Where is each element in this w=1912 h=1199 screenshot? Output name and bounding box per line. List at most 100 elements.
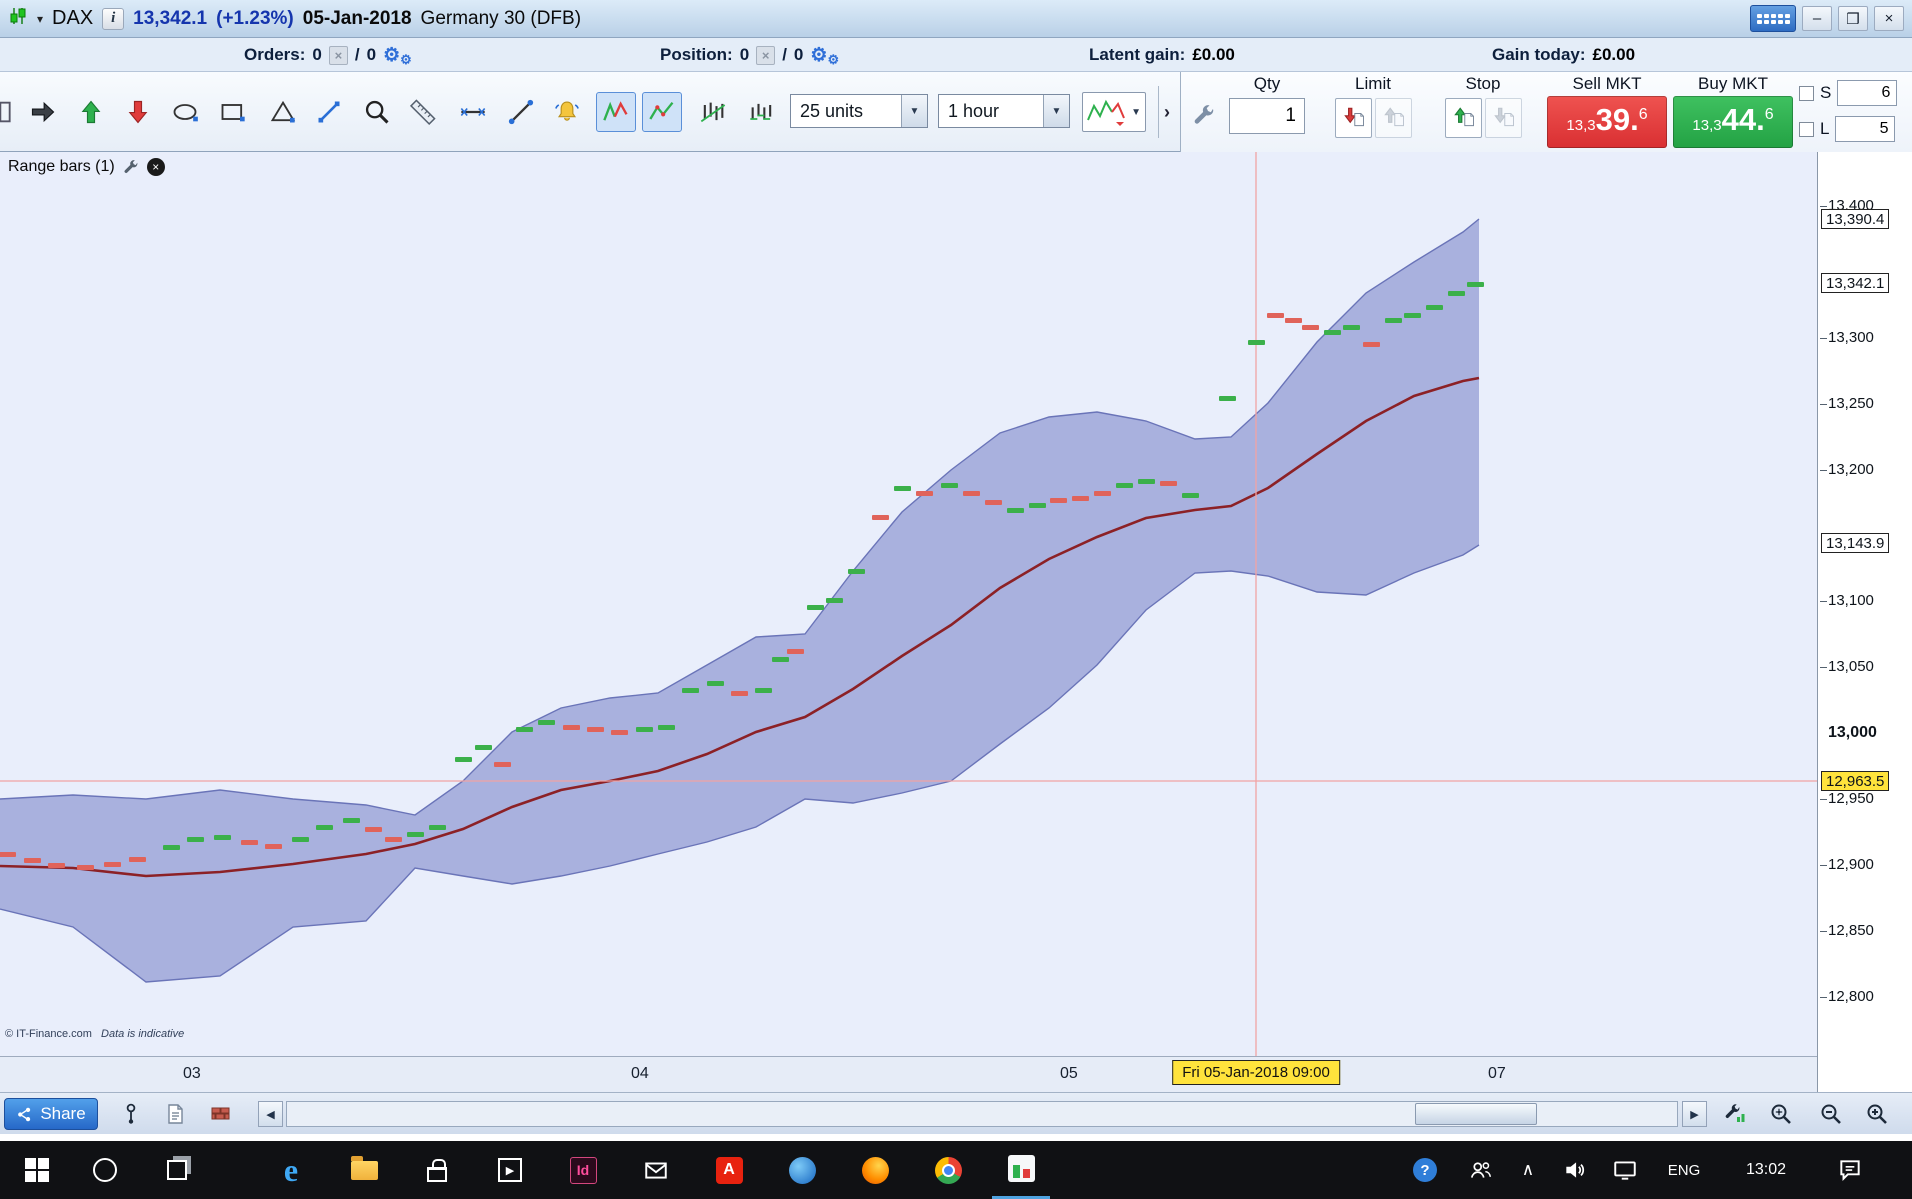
alert-bell-icon[interactable]: [547, 92, 587, 132]
chart-type-line-icon[interactable]: [642, 92, 682, 132]
position-settings-gear-icon[interactable]: ⚙: [810, 46, 827, 65]
chart-settings-icon[interactable]: [1720, 1099, 1750, 1129]
report-page-icon[interactable]: [160, 1099, 190, 1129]
chart-toolbar: 25 units ▼ 1 hour ▼ ▼ › Qty Limit Stop S…: [0, 72, 1912, 152]
keyboard-button[interactable]: [1750, 5, 1796, 32]
cortana-button[interactable]: [76, 1141, 134, 1199]
range-bar: [516, 727, 533, 732]
trend-line-tool-icon[interactable]: [501, 92, 541, 132]
indicator-close-icon[interactable]: ×: [146, 158, 165, 176]
share-button[interactable]: Share: [4, 1098, 98, 1130]
edge-taskbar-button[interactable]: e: [262, 1141, 320, 1199]
price-chart[interactable]: [0, 152, 1817, 1056]
store-taskbar-button[interactable]: [408, 1141, 466, 1199]
range-bar: [343, 818, 360, 823]
range-bar: [807, 605, 824, 610]
thunderbird-taskbar-button[interactable]: [773, 1141, 831, 1199]
tray-overflow-button[interactable]: ∧: [1508, 1141, 1548, 1199]
limit-distance-input[interactable]: [1835, 116, 1896, 142]
people-tray-button[interactable]: [1452, 1141, 1510, 1199]
language-indicator[interactable]: ENG: [1654, 1141, 1714, 1199]
qty-input[interactable]: [1229, 98, 1305, 134]
chart-type-zigzag-icon[interactable]: [596, 92, 636, 132]
limit-buy-order-button[interactable]: [1375, 98, 1412, 138]
volume-tray-button[interactable]: [1552, 1141, 1598, 1199]
file-explorer-taskbar-button[interactable]: [335, 1141, 393, 1199]
stop-sell-order-button[interactable]: [1485, 98, 1522, 138]
orders-settings-gear-icon[interactable]: ⚙: [383, 46, 400, 65]
sell-arrow-icon[interactable]: [118, 92, 158, 132]
media-player-taskbar-button[interactable]: ▶: [481, 1141, 539, 1199]
instrument-change: (+1.23%): [216, 7, 294, 29]
action-center-button[interactable]: [1822, 1141, 1878, 1199]
ruler-tool-icon[interactable]: [403, 92, 443, 132]
price-axis[interactable]: 13,400 13,390.4 13,342.1 13,300 13,250 13,200…: [1817, 152, 1912, 1092]
edge-icon: e: [283, 1151, 299, 1188]
range-bar: [658, 725, 675, 730]
instrument-dropdown-caret[interactable]: ▾: [37, 12, 43, 26]
chart-scrollbar-thumb[interactable]: [1415, 1103, 1537, 1125]
scroll-left-button[interactable]: ◀: [258, 1101, 283, 1127]
clock[interactable]: 13:02: [1726, 1141, 1806, 1199]
units-select-caret-icon[interactable]: ▼: [901, 95, 927, 127]
time-axis[interactable]: Fri 05-Jan-2018 09:00 03 04 05 07: [0, 1056, 1817, 1092]
limit-distance-checkbox[interactable]: [1799, 121, 1814, 137]
zoom-tool-icon[interactable]: [357, 92, 397, 132]
trading-app-taskbar-button[interactable]: [992, 1141, 1050, 1199]
sell-price-sup: 6: [1638, 106, 1648, 123]
horizontal-line-tool-icon[interactable]: [453, 92, 493, 132]
stop-distance-label: S: [1820, 83, 1832, 102]
chrome-taskbar-button[interactable]: [919, 1141, 977, 1199]
ellipse-tool-icon[interactable]: [165, 92, 205, 132]
task-view-button[interactable]: [148, 1141, 206, 1199]
trend-segment-tool-icon[interactable]: [309, 92, 349, 132]
stop-buy-order-button[interactable]: [1445, 98, 1482, 138]
price-axis-label: 13,100: [1820, 592, 1874, 609]
stop-distance-checkbox[interactable]: [1799, 85, 1814, 101]
help-tray-button[interactable]: ?: [1396, 1141, 1454, 1199]
network-tray-button[interactable]: [1602, 1141, 1648, 1199]
timeframe-select-caret-icon[interactable]: ▼: [1043, 95, 1069, 127]
close-button[interactable]: ×: [1874, 6, 1904, 31]
limit-sell-order-button[interactable]: [1335, 98, 1372, 138]
units-select-value: 25 units: [800, 100, 864, 121]
chart-type-bars-icon[interactable]: [693, 92, 733, 132]
pin-icon[interactable]: [116, 1099, 146, 1129]
minimize-button[interactable]: –: [1802, 6, 1832, 31]
zoom-out-icon[interactable]: [1816, 1099, 1846, 1129]
start-button[interactable]: [8, 1141, 66, 1199]
firefox-taskbar-button[interactable]: [846, 1141, 904, 1199]
triangle-tool-icon[interactable]: [263, 92, 303, 132]
position-clear-button[interactable]: ×: [756, 45, 776, 65]
buy-arrow-icon[interactable]: [71, 92, 111, 132]
chart-scrollbar-track[interactable]: [286, 1101, 1678, 1127]
limit-label: Limit: [1355, 74, 1391, 93]
instrument-name[interactable]: DAX: [52, 7, 93, 30]
indesign-taskbar-button[interactable]: Id: [554, 1141, 612, 1199]
restore-button[interactable]: ❒: [1838, 6, 1868, 31]
sell-market-button[interactable]: 13,3 39. 6: [1547, 96, 1667, 148]
zoom-in-icon[interactable]: [1862, 1099, 1892, 1129]
indesign-icon: Id: [569, 1156, 597, 1184]
buy-market-button[interactable]: 13,3 44. 6: [1673, 96, 1793, 148]
info-button[interactable]: i: [102, 7, 125, 30]
timeframe-select[interactable]: 1 hour ▼: [938, 94, 1070, 128]
units-select[interactable]: 25 units ▼: [790, 94, 928, 128]
chart-type-bars-alt-icon[interactable]: [742, 92, 782, 132]
next-tool-icon[interactable]: [23, 92, 63, 132]
rectangle-tool-icon[interactable]: [213, 92, 253, 132]
chart-style-caret-icon[interactable]: ▼: [1131, 107, 1141, 118]
mail-taskbar-button[interactable]: [627, 1141, 685, 1199]
stop-distance-input[interactable]: [1837, 80, 1898, 106]
range-bar: [1138, 479, 1155, 484]
partial-tool-icon[interactable]: [0, 92, 18, 132]
chart-style-preview-button[interactable]: ▼: [1082, 92, 1146, 132]
zoom-reset-icon[interactable]: [1766, 1099, 1796, 1129]
indicator-settings-wrench-icon[interactable]: [122, 158, 140, 176]
bricks-icon[interactable]: [206, 1099, 236, 1129]
scroll-right-button[interactable]: ▶: [1682, 1101, 1707, 1127]
toolbar-overflow-chevron[interactable]: ›: [1164, 102, 1170, 123]
trade-settings-wrench-icon[interactable]: [1191, 102, 1217, 128]
adobe-taskbar-button[interactable]: A: [700, 1141, 758, 1199]
orders-clear-button[interactable]: ×: [328, 45, 348, 65]
